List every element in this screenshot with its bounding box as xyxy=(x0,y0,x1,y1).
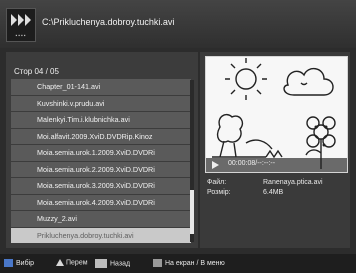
timecode: 00:00:08/--:--:-- xyxy=(228,160,276,167)
hint-back[interactable]: Назад xyxy=(95,259,130,268)
hint-fullscreen-label: На екран / В меню xyxy=(165,259,225,267)
logo-caption: ▪▪▪▪ xyxy=(15,33,27,39)
size-value: 6.4MB xyxy=(263,189,284,196)
media-player-screen: ▪▪▪▪ C:\Prikluchenya.dobroy.tuchki.avi С… xyxy=(0,0,356,273)
hint-move[interactable]: Перем xyxy=(56,259,88,266)
playback-bar[interactable]: 00:00:08/--:--:-- xyxy=(206,158,347,172)
hint-move-label: Перем xyxy=(66,259,88,267)
file-list: Chapter_01-141.avi Kuvshinki.v.prudu.avi M… xyxy=(11,79,191,244)
file-list-item[interactable]: Moia.semia.urok.2.2009.XviD.DVDRi xyxy=(11,161,191,177)
file-label: Файл: xyxy=(207,179,227,186)
hint-select[interactable]: Вибір xyxy=(4,259,34,267)
hint-select-label: Вибір xyxy=(16,259,35,267)
header-bar: ▪▪▪▪ C:\Prikluchenya.dobroy.tuchki.avi xyxy=(0,0,356,48)
file-name-value: Ranenaya.ptica.avi xyxy=(263,179,323,186)
page-indicator: Стор 04 / 05 xyxy=(14,67,59,76)
file-list-item[interactable]: Chapter_01-141.avi xyxy=(11,79,191,95)
file-list-item[interactable]: Moia.semia.urok.1.2009.XviD.DVDRi xyxy=(11,145,191,161)
video-logo-icon: ▪▪▪▪ xyxy=(6,8,36,42)
size-label: Розмір: xyxy=(207,189,231,196)
file-list-item[interactable]: Kuvshinki.v.prudu.avi xyxy=(11,95,191,111)
file-list-item[interactable]: Moia.semia.urok.4.2009.XviD.DVDRi xyxy=(11,194,191,210)
current-path: C:\Prikluchenya.dobroy.tuchki.avi xyxy=(42,17,175,27)
file-list-item[interactable]: Moi.alfavit.2009.XviD.DVDRip.Kinoz xyxy=(11,128,191,144)
video-preview[interactable]: 00:00:08/--:--:-- xyxy=(205,56,348,173)
file-list-item[interactable]: Malenkyi.Tim.i.klubnichka.avi xyxy=(11,112,191,128)
preview-cartoon-image xyxy=(206,57,347,172)
file-list-item[interactable]: Moia.semia.urok.3.2009.XviD.DVDRi xyxy=(11,178,191,194)
back-key-icon xyxy=(95,259,107,268)
scrollbar-thumb[interactable] xyxy=(190,190,194,234)
file-list-item-selected[interactable]: Prikluchenya.dobroy.tuchki.avi xyxy=(11,227,191,243)
play-icon[interactable] xyxy=(212,161,219,169)
footer-hints: Вибір Перем Назад На екран / В меню xyxy=(0,254,356,273)
hint-back-label: Назад xyxy=(110,260,131,268)
file-list-item[interactable]: Muzzy_2.avi xyxy=(11,211,191,227)
hint-fullscreen[interactable]: На екран / В меню xyxy=(153,259,225,267)
list-scrollbar[interactable] xyxy=(190,80,194,242)
fullscreen-key-icon xyxy=(153,259,162,267)
ok-key-icon xyxy=(4,259,13,267)
arrow-up-icon xyxy=(56,259,64,266)
